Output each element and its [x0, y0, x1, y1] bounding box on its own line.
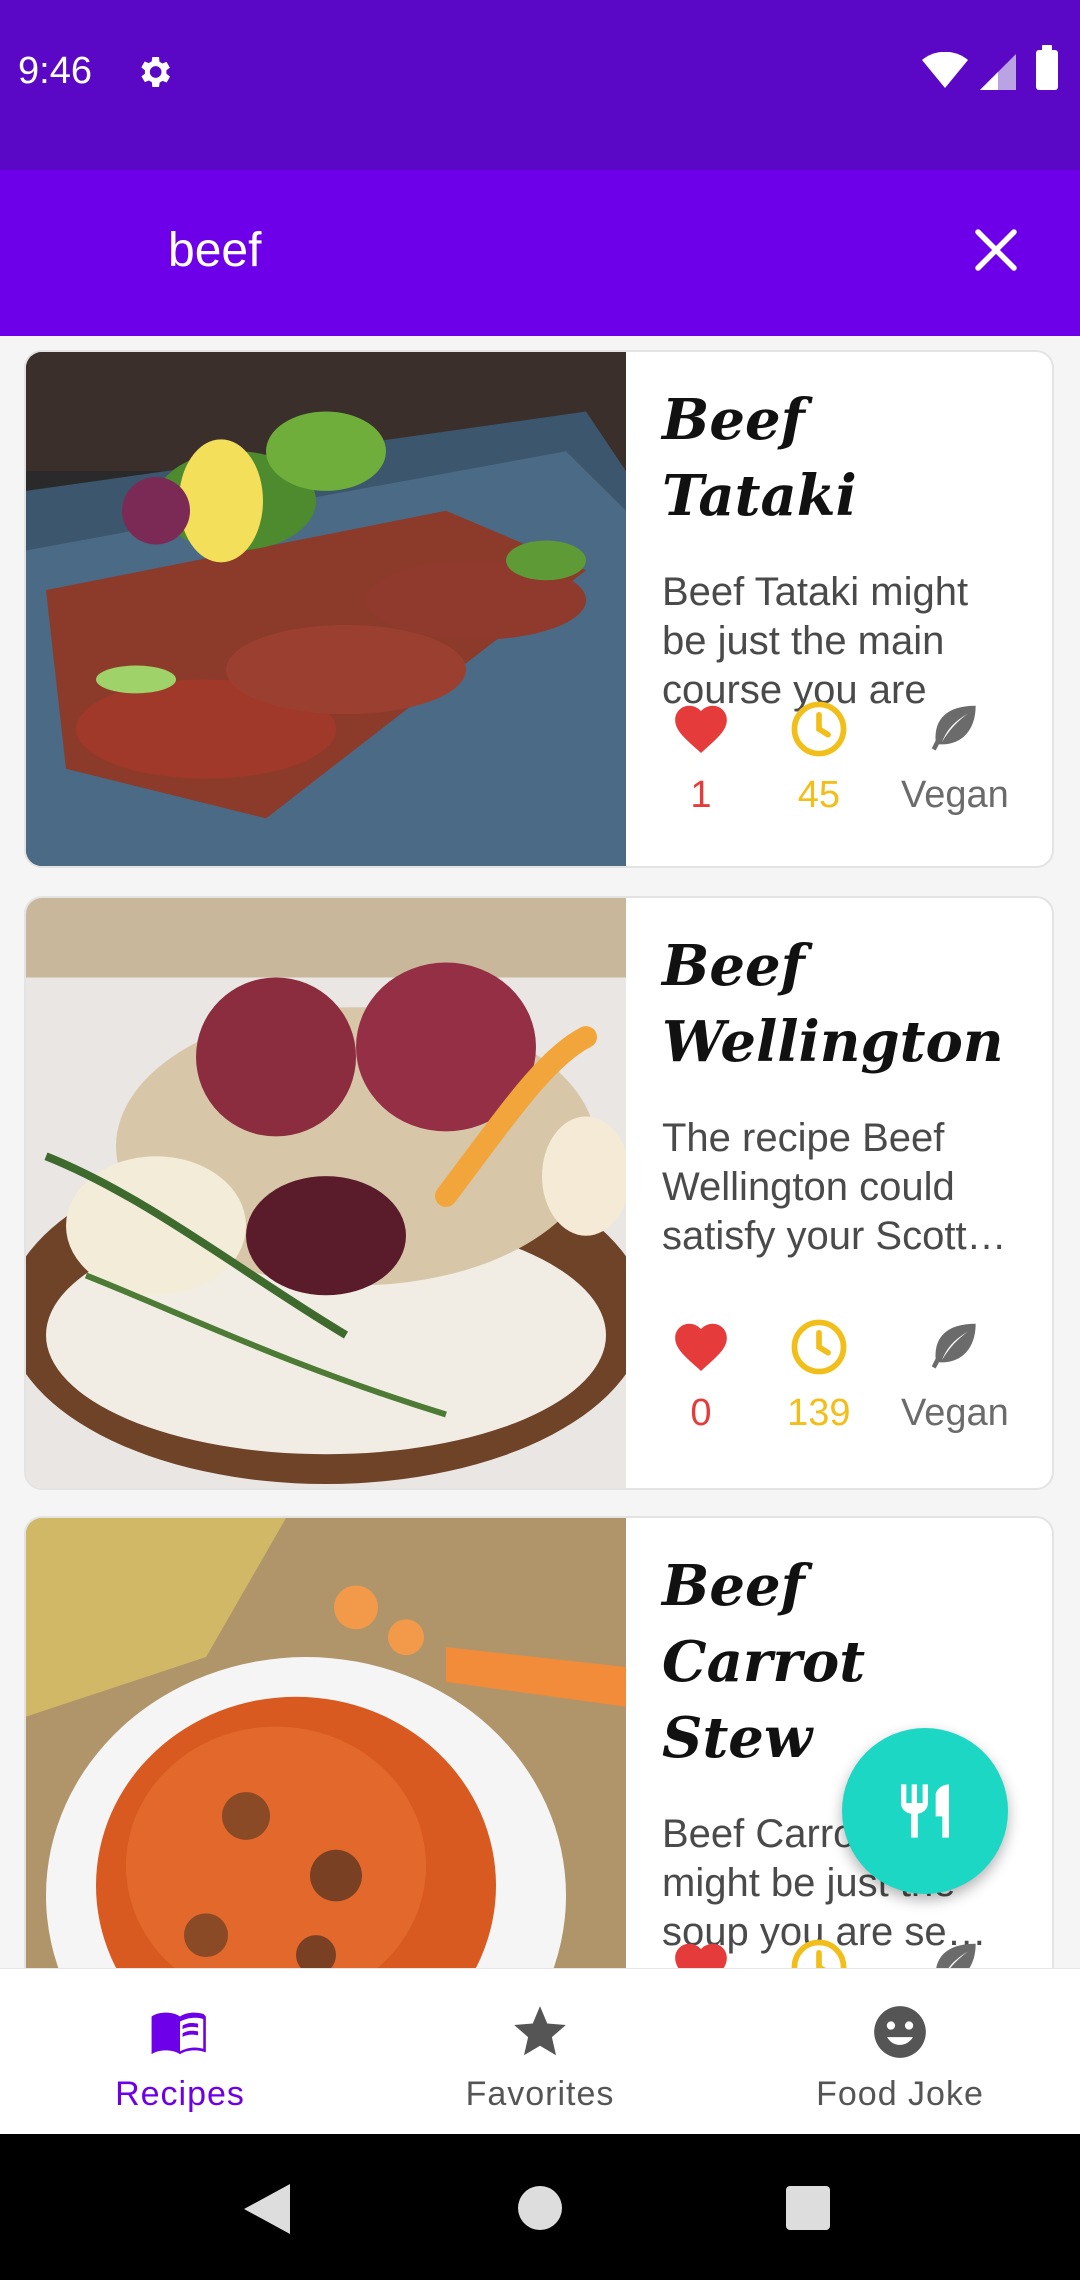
recipe-description: The recipe Beef Wellington could satisfy…	[662, 1116, 1007, 1258]
likes-stat: 0	[642, 1316, 760, 1435]
home-icon[interactable]	[518, 2186, 562, 2230]
recipe-card-body: Beef Wellington The recipe Beef Wellingt…	[626, 898, 1052, 1488]
recipe-list[interactable]: Beef Tataki Beef Tataki might be just th…	[0, 336, 1080, 1968]
wifi-icon	[922, 52, 968, 88]
recent-apps-icon[interactable]	[786, 2186, 830, 2230]
back-icon[interactable]	[244, 2184, 290, 2234]
recipe-title: Beef Wellington	[662, 933, 1004, 1075]
battery-icon	[1036, 45, 1058, 90]
clock-icon	[791, 1319, 847, 1375]
minutes-value: 45	[797, 774, 840, 816]
nav-food-joke-label: Food Joke	[816, 2075, 984, 2113]
nav-recipes-label: Recipes	[115, 2075, 245, 2113]
nav-favorites-label: Favorites	[465, 2075, 615, 2113]
food-fab-button[interactable]	[842, 1728, 1008, 1894]
leaf-icon	[936, 1943, 976, 1968]
likes-count: 1	[690, 774, 712, 816]
status-time: 9:46	[18, 50, 92, 92]
vegan-stat: Vegan	[878, 1316, 1032, 1435]
clock-icon	[791, 701, 847, 757]
bottom-navigation: Recipes Favorites Food Joke	[0, 1968, 1080, 2134]
likes-stat: 1	[642, 698, 760, 817]
settings-gear-icon	[141, 57, 170, 87]
search-app-bar	[0, 170, 1080, 336]
smiley-icon	[874, 2006, 926, 2058]
minutes-value: 139	[787, 1392, 851, 1434]
nav-favorites[interactable]: Favorites	[360, 1969, 720, 2134]
restaurant-icon	[901, 1784, 949, 1838]
vegan-stat: Vegan	[878, 698, 1032, 817]
system-navigation-bar	[0, 2134, 1080, 2280]
recipe-description: Beef Tataki might be just the main cours…	[662, 570, 969, 712]
time-stat	[760, 1936, 878, 1968]
recipe-image-beef-carrot-stew	[26, 1518, 626, 1968]
recipe-stats: 0 139 Vegan	[642, 1316, 1032, 1435]
star-icon	[514, 2006, 566, 2056]
likes-stat	[642, 1936, 760, 1968]
recipe-stats	[642, 1936, 1032, 1968]
vegan-stat	[878, 1936, 1032, 1968]
nav-recipes[interactable]: Recipes	[0, 1969, 360, 2134]
recipe-card-body: Beef Tataki Beef Tataki might be just th…	[626, 352, 1052, 866]
recipe-stats: 1 45 Vegan	[642, 698, 1032, 817]
vegan-label: Vegan	[901, 1392, 1009, 1434]
leaf-icon	[931, 705, 976, 751]
leaf-icon	[931, 1323, 976, 1369]
close-icon	[975, 229, 1017, 271]
status-bar: 9:46	[0, 0, 1080, 170]
recipe-image-beef-tataki	[26, 352, 626, 866]
likes-count: 0	[690, 1392, 712, 1434]
time-stat: 45	[760, 698, 878, 817]
menu-book-icon	[151, 2012, 206, 2055]
heart-icon	[675, 1323, 727, 1372]
clock-icon	[791, 1939, 847, 1968]
recipe-card[interactable]: Beef Tataki Beef Tataki might be just th…	[24, 350, 1054, 868]
clear-search-button[interactable]	[960, 214, 1032, 286]
heart-icon	[675, 705, 727, 754]
cell-signal-icon	[980, 54, 1016, 90]
recipe-card-body: Beef Carrot Stew Beef Carrot Stew might …	[626, 1518, 1052, 1968]
nav-food-joke[interactable]: Food Joke	[720, 1969, 1080, 2134]
recipe-title: Beef Tataki	[662, 387, 857, 529]
search-input[interactable]	[168, 210, 868, 290]
recipe-card[interactable]: Beef Wellington The recipe Beef Wellingt…	[24, 896, 1054, 1490]
recipe-image-beef-wellington	[26, 898, 626, 1488]
heart-icon	[675, 1943, 727, 1968]
time-stat: 139	[760, 1316, 878, 1435]
vegan-label: Vegan	[901, 774, 1009, 816]
